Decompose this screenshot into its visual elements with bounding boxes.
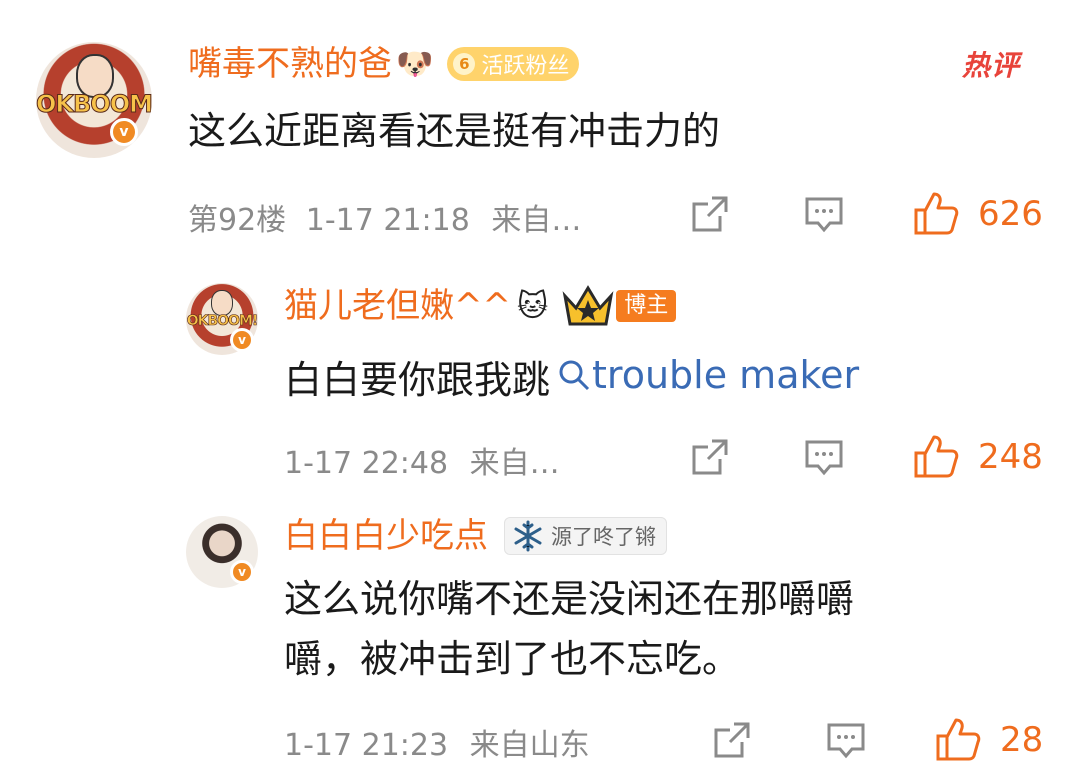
fan-level-icon: 6 [453, 53, 476, 75]
timestamp: 1-17 21:18 [305, 203, 470, 238]
fan-badge-label: 活跃粉丝 [481, 54, 570, 79]
comment-text-line1: 这么说你嘴不还是没闲还在那嚼嚼 [284, 577, 855, 621]
floor-number: 第92楼 [188, 203, 287, 238]
like-count: 248 [978, 437, 1043, 477]
comment-header: 嘴毒不熟的爸 🐶 6 活跃粉丝 [188, 44, 580, 84]
source: 来自山东 [469, 728, 590, 763]
fan-badge[interactable]: 6 活跃粉丝 [447, 47, 580, 81]
like-count: 28 [1000, 720, 1044, 760]
username[interactable]: 猫儿老但嫩^^ [284, 286, 511, 326]
verified-icon: v [230, 328, 254, 352]
like-count: 626 [978, 194, 1043, 234]
comment-meta: 1-17 22:48 来自… [284, 438, 560, 482]
like-icon[interactable] [912, 433, 960, 479]
comment-icon[interactable] [804, 438, 844, 478]
share-icon[interactable] [690, 194, 730, 234]
like-icon[interactable] [934, 716, 982, 762]
username[interactable]: 白白白少吃点 [284, 516, 488, 556]
comment-text-line2: 嚼，被冲击到了也不忘吃。 [284, 637, 741, 681]
comment-icon[interactable] [826, 721, 866, 761]
host-badge[interactable]: 博主 [562, 284, 677, 328]
dog-emoji-icon: 🐶 [396, 46, 434, 82]
avatar-logo-text: OKBOOM! [36, 90, 152, 119]
source: 来自… [491, 203, 582, 238]
topic-link-text: trouble maker [592, 353, 860, 397]
comment-text: 这么近距离看还是挺有冲击力的 [188, 109, 721, 153]
comment-text-row: 白白要你跟我跳 trouble maker [284, 346, 859, 409]
timestamp: 1-17 21:23 [284, 728, 449, 763]
topic-link[interactable]: trouble maker [550, 346, 859, 404]
comment-meta: 第92楼 1-17 21:18 来自… [188, 195, 581, 239]
source: 来自… [469, 446, 560, 481]
comment-text: 白白要你跟我跳 [284, 358, 551, 402]
verified-icon: v [110, 118, 138, 146]
share-icon[interactable] [690, 437, 730, 477]
hot-comment-label: 热评 [962, 49, 1021, 82]
comment-header: 白白白少吃点 源了咚了锵 [284, 516, 667, 556]
crown-icon [562, 285, 614, 326]
fan-club-badge[interactable]: 源了咚了锵 [504, 517, 667, 555]
comment-meta: 1-17 21:23 来自山东 [284, 720, 590, 764]
timestamp: 1-17 22:48 [284, 446, 449, 481]
share-icon[interactable] [712, 720, 752, 760]
snowflake-icon [514, 520, 542, 552]
avatar-logo-text: OKBOOM! [186, 313, 258, 330]
comment-header: 猫儿老但嫩^^ 🐱 博主 [284, 284, 677, 328]
cat-emoji-icon: 🐱 [516, 288, 549, 324]
username[interactable]: 嘴毒不熟的爸 [188, 44, 392, 84]
fan-club-badge-label: 源了咚了锵 [551, 525, 656, 549]
like-icon[interactable] [912, 190, 960, 236]
host-badge-label: 博主 [616, 290, 677, 322]
comment-icon[interactable] [804, 195, 844, 235]
verified-icon: v [230, 560, 254, 584]
search-icon [559, 360, 590, 391]
